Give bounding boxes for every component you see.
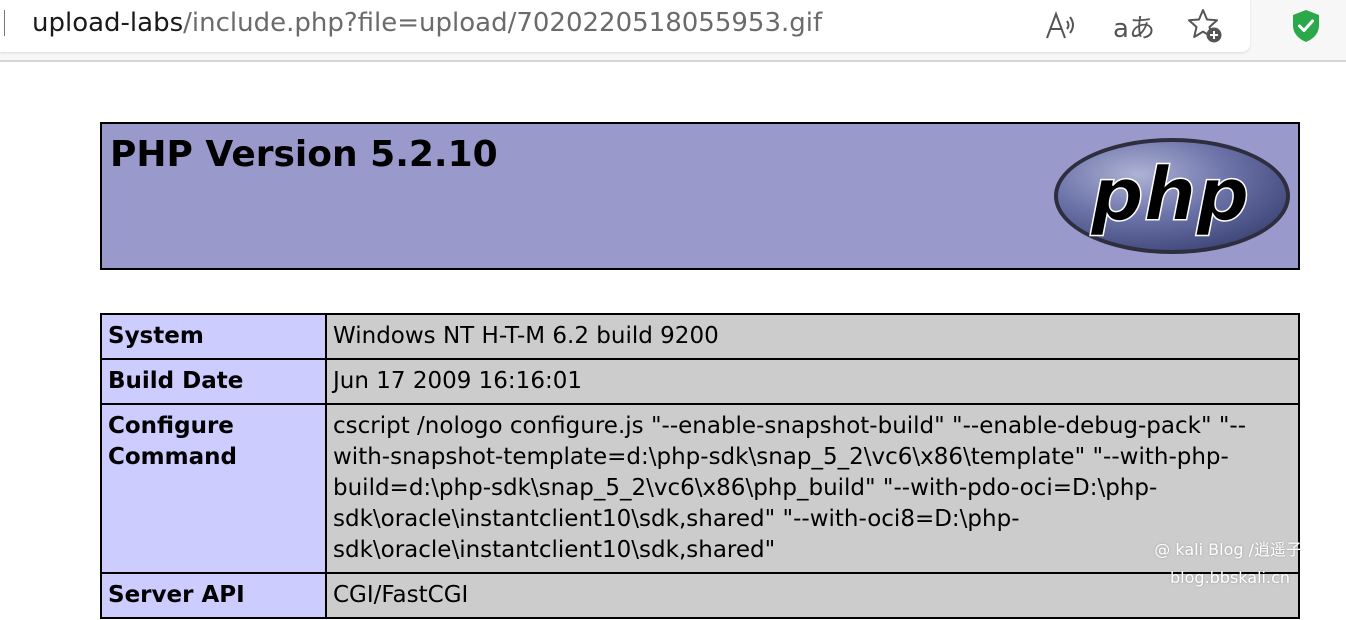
url-text[interactable]: upload-labs/include.php?file=upload/7020…: [32, 6, 822, 40]
row-label-server-api: Server API: [100, 572, 327, 619]
value-line: cscript /nologo configure.js "--enable-s…: [333, 413, 1247, 439]
phpinfo-header: PHP Version 5.2.10 php: [100, 122, 1300, 270]
url-host: upload-labs: [32, 8, 184, 38]
table-row: System Windows NT H-T-M 6.2 build 9200: [100, 313, 1300, 360]
translate-icon[interactable]: aあ: [1112, 4, 1156, 48]
php-logo[interactable]: php: [1052, 134, 1292, 262]
row-label-configure-command: Configure Command: [100, 403, 327, 574]
php-logo-text: php: [1090, 152, 1250, 238]
add-favorite-icon[interactable]: [1184, 4, 1228, 48]
row-value-server-api: CGI/FastCGI: [325, 572, 1300, 619]
phpinfo-table: System Windows NT H-T-M 6.2 build 9200 B…: [100, 313, 1300, 619]
row-value-system: Windows NT H-T-M 6.2 build 9200: [325, 313, 1300, 360]
value-line: sdk\oracle\instantclient10\sdk,shared": [333, 537, 776, 563]
read-aloud-icon[interactable]: [1040, 4, 1084, 48]
value-line: CGI/FastCGI: [333, 582, 469, 608]
text-caret: [4, 10, 5, 36]
shield-check-icon[interactable]: [1284, 4, 1328, 48]
value-line: sdk\oracle\instantclient10\sdk,shared" "…: [333, 506, 1020, 532]
row-label-build-date: Build Date: [100, 358, 327, 405]
value-line: with-snapshot-template=d:\php-sdk\snap_5…: [333, 444, 1229, 470]
watermark-author: @ kali Blog /逍遥子: [1154, 540, 1302, 559]
value-line: Windows NT H-T-M 6.2 build 9200: [333, 323, 719, 349]
address-bar[interactable]: upload-labs/include.php?file=upload/7020…: [0, 0, 1250, 52]
value-line: build=d:\php-sdk\snap_5_2\vc6\x86\php_bu…: [333, 475, 1158, 501]
table-row: Server API CGI/FastCGI: [100, 572, 1300, 619]
browser-toolbar: upload-labs/include.php?file=upload/7020…: [0, 0, 1346, 62]
watermark-site: blog.bbskali.cn: [1170, 568, 1290, 587]
row-label-system: System: [100, 313, 327, 360]
value-line: Jun 17 2009 16:16:01: [333, 368, 582, 394]
table-row: Build Date Jun 17 2009 16:16:01: [100, 358, 1300, 405]
page-title: PHP Version 5.2.10: [110, 134, 498, 175]
table-row: Configure Command cscript /nologo config…: [100, 403, 1300, 574]
url-path: /include.php?file=upload/702022051805595…: [183, 8, 823, 38]
row-value-build-date: Jun 17 2009 16:16:01: [325, 358, 1300, 405]
